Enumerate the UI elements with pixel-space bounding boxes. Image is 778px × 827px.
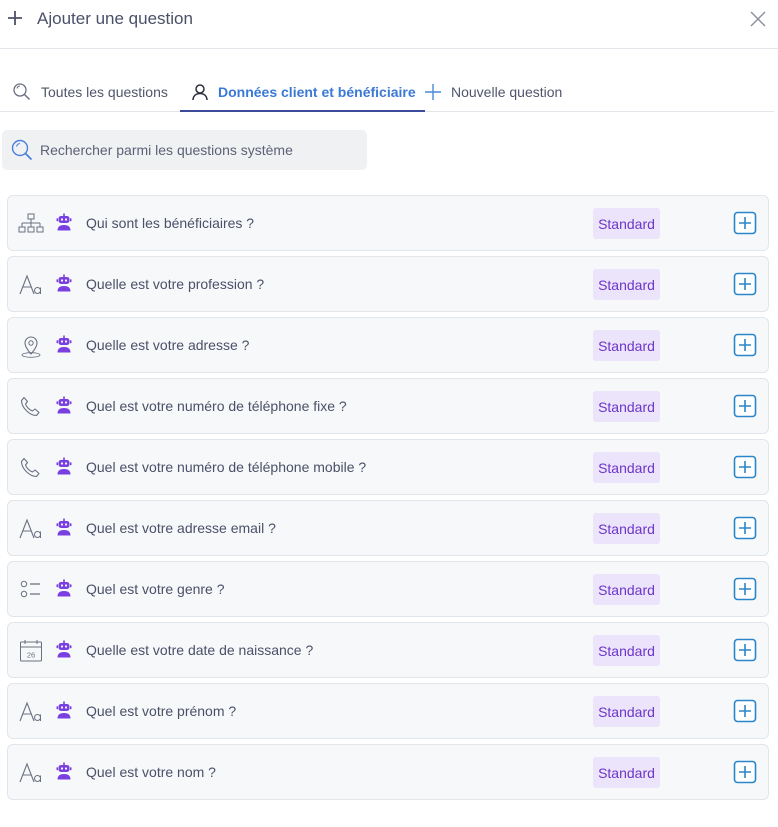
question-row: Quelle est votre profession ? Standard — [7, 256, 769, 312]
tab-label: Nouvelle question — [451, 83, 563, 100]
question-text: Quel est votre numéro de téléphone fixe … — [86, 398, 347, 414]
add-question-icon[interactable] — [733, 577, 757, 601]
location-pin-icon — [18, 334, 44, 358]
add-question-icon[interactable] — [733, 699, 757, 723]
robot-icon — [56, 396, 72, 414]
close-icon[interactable] — [749, 10, 767, 28]
add-question-icon[interactable] — [733, 516, 757, 540]
add-question-icon[interactable] — [733, 455, 757, 479]
question-text: Qui sont les bénéficiaires ? — [86, 215, 255, 231]
question-row: Quel est votre numéro de téléphone fixe … — [7, 378, 769, 434]
add-question-icon[interactable] — [733, 211, 757, 235]
text-icon — [18, 517, 44, 541]
add-question-icon[interactable] — [733, 638, 757, 662]
question-text: Quelle est votre profession ? — [86, 276, 265, 292]
question-text: Quelle est votre adresse ? — [86, 337, 250, 353]
robot-icon — [56, 457, 72, 475]
question-row: Quel est votre numéro de téléphone mobil… — [7, 439, 769, 495]
question-row: Qui sont les bénéficiaires ? Standard — [7, 195, 769, 251]
dialog-header: Ajouter une question — [0, 0, 778, 49]
standard-badge: Standard — [593, 635, 660, 666]
standard-badge: Standard — [593, 513, 660, 544]
add-question-icon[interactable] — [733, 333, 757, 357]
robot-icon — [56, 274, 72, 292]
question-list: Qui sont les bénéficiaires ? Standard Qu… — [7, 195, 769, 805]
search-box — [2, 130, 367, 170]
tab-label: Toutes les questions — [41, 83, 168, 100]
plus-icon — [8, 11, 22, 25]
calendar-icon: 26 — [18, 639, 44, 663]
standard-badge: Standard — [593, 330, 660, 361]
user-icon — [192, 83, 208, 100]
question-text: Quel est votre adresse email ? — [86, 520, 276, 536]
add-question-icon[interactable] — [733, 394, 757, 418]
question-row: Quel est votre adresse email ? Standard — [7, 500, 769, 556]
robot-icon — [56, 640, 72, 658]
phone-icon — [18, 395, 44, 419]
robot-icon — [56, 213, 72, 231]
standard-badge: Standard — [593, 208, 660, 239]
standard-badge: Standard — [593, 574, 660, 605]
question-text: Quel est votre prénom ? — [86, 703, 237, 719]
standard-badge: Standard — [593, 452, 660, 483]
plus-icon — [425, 83, 441, 100]
question-row: Quel est votre genre ? Standard — [7, 561, 769, 617]
tab-bar: Toutes les questions Données client et b… — [0, 72, 774, 112]
tab-all-questions[interactable]: Toutes les questions — [12, 72, 168, 111]
phone-icon — [18, 456, 44, 480]
text-icon — [18, 273, 44, 297]
question-row: Quelle est votre adresse ? Standard — [7, 317, 769, 373]
standard-badge: Standard — [593, 696, 660, 727]
robot-icon — [56, 701, 72, 719]
dialog-title: Ajouter une question — [37, 9, 193, 28]
standard-badge: Standard — [593, 757, 660, 788]
question-text: Quel est votre nom ? — [86, 764, 216, 780]
tab-new-question[interactable]: Nouvelle question — [424, 72, 562, 111]
robot-icon — [56, 579, 72, 597]
robot-icon — [56, 335, 72, 353]
search-icon — [11, 139, 33, 161]
text-icon — [18, 700, 44, 724]
add-question-icon[interactable] — [733, 760, 757, 784]
question-row: Quel est votre prénom ? Standard — [7, 683, 769, 739]
robot-icon — [56, 762, 72, 780]
add-question-icon[interactable] — [733, 272, 757, 296]
question-text: Quel est votre genre ? — [86, 581, 225, 597]
question-row: 26 Quelle est votre date de naissance ? … — [7, 622, 769, 678]
standard-badge: Standard — [593, 391, 660, 422]
question-row: Quel est votre nom ? Standard — [7, 744, 769, 800]
question-text: Quelle est votre date de naissance ? — [86, 642, 314, 658]
robot-icon — [56, 518, 72, 536]
search-input[interactable] — [40, 142, 350, 158]
question-text: Quel est votre numéro de téléphone mobil… — [86, 459, 367, 475]
standard-badge: Standard — [593, 269, 660, 300]
tab-client-data[interactable]: Données client et bénéficiaire — [180, 72, 425, 112]
search-icon — [13, 82, 31, 100]
calendar-day: 26 — [27, 651, 35, 660]
radio-list-icon — [18, 578, 44, 602]
text-icon — [18, 761, 44, 785]
tab-label: Données client et bénéficiaire — [218, 83, 416, 100]
hierarchy-icon — [18, 212, 44, 236]
